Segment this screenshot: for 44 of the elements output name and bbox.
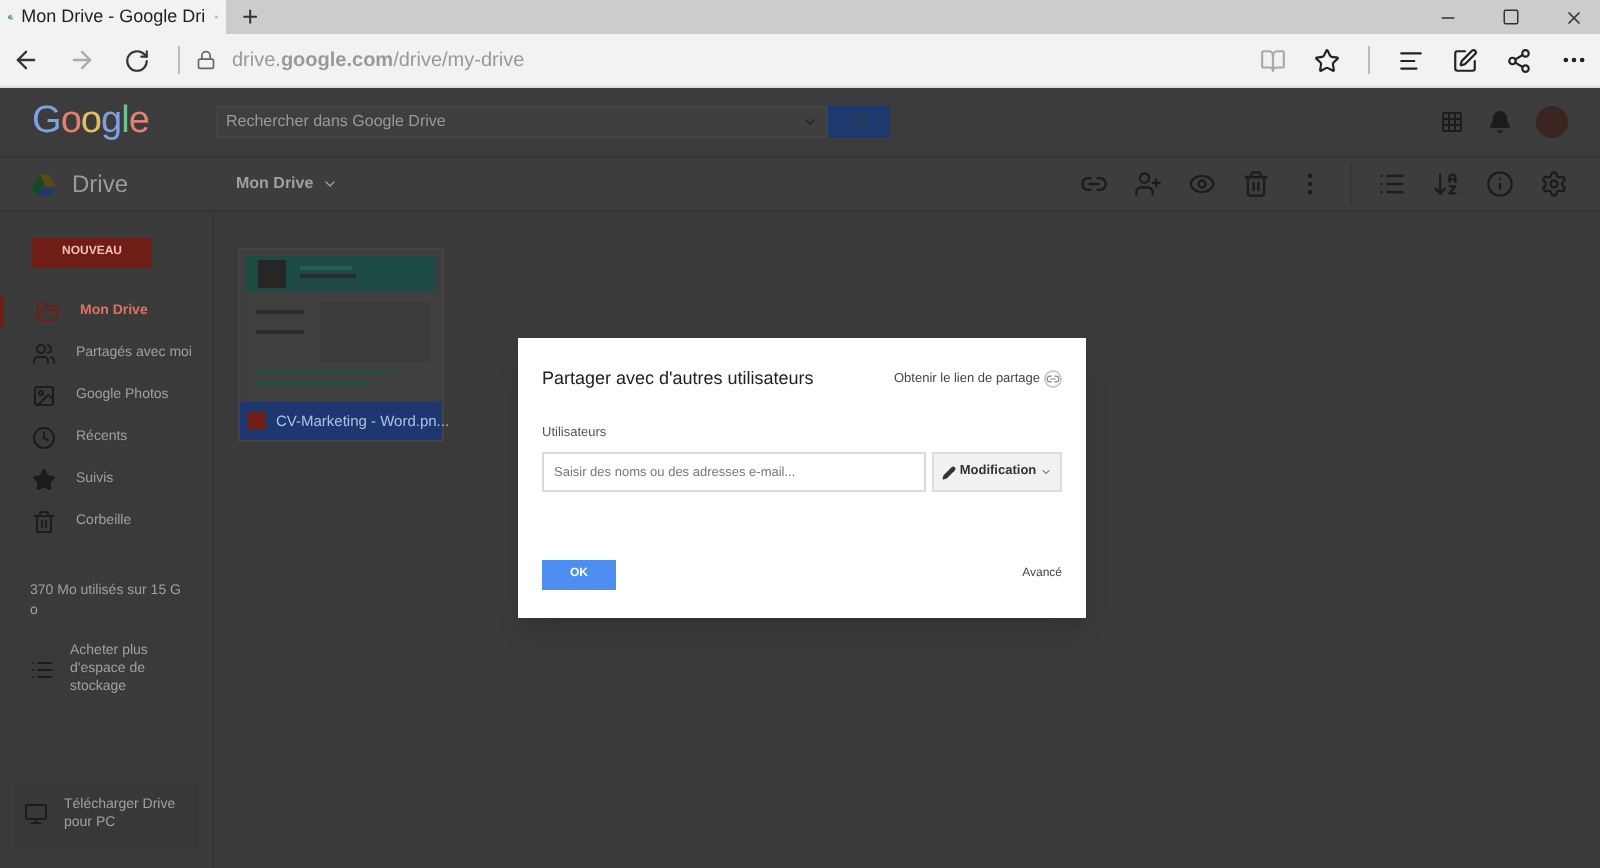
search-field[interactable]: Rechercher dans Google Drive <box>216 106 828 138</box>
preview-icon[interactable] <box>1188 170 1216 198</box>
photos-icon <box>32 384 56 408</box>
trash-icon[interactable] <box>1242 170 1270 198</box>
tab-title: Mon Drive - Google Dri <box>21 3 206 30</box>
monitor-icon <box>24 802 48 826</box>
lock-icon <box>196 50 216 70</box>
folder-icon <box>36 300 60 324</box>
browser-tab[interactable]: Mon Drive - Google Dri <box>0 0 226 34</box>
caret-icon <box>321 176 338 192</box>
star-icon[interactable] <box>1314 47 1340 73</box>
google-logo: Google <box>32 97 151 146</box>
forward-icon[interactable] <box>68 46 96 74</box>
clock-icon <box>32 426 56 450</box>
restore-icon[interactable] <box>1502 8 1520 26</box>
dropdown-icon[interactable] <box>802 114 818 130</box>
avatar[interactable] <box>1536 106 1568 138</box>
people-icon <box>32 342 56 366</box>
new-tab-button[interactable]: + <box>226 0 275 38</box>
link-icon <box>1044 370 1062 389</box>
reload-icon[interactable] <box>124 47 150 73</box>
star-icon <box>32 468 56 492</box>
breadcrumb[interactable]: Mon Drive <box>236 172 338 196</box>
search-button[interactable] <box>828 106 890 138</box>
info-icon[interactable] <box>1486 170 1514 198</box>
search-icon <box>851 114 867 130</box>
caret-icon <box>1040 466 1053 479</box>
reading-view-icon[interactable] <box>1260 47 1286 73</box>
settings-icon[interactable] <box>1540 170 1568 198</box>
note-icon[interactable] <box>1452 47 1478 73</box>
drive-logo-icon <box>32 173 56 195</box>
notifications-icon[interactable] <box>1488 110 1512 134</box>
close-icon[interactable] <box>1564 7 1584 27</box>
app-title: Drive <box>72 168 131 202</box>
dialog-title: Partager avec d'autres utilisateurs <box>542 366 814 392</box>
add-person-icon[interactable] <box>1134 170 1162 198</box>
apps-icon[interactable] <box>1440 110 1464 134</box>
hub-icon[interactable] <box>1398 47 1424 73</box>
pencil-icon <box>941 465 956 480</box>
share-icon[interactable] <box>1506 47 1532 73</box>
back-icon[interactable] <box>12 46 40 74</box>
trash-icon <box>32 510 56 534</box>
address-field[interactable]: drive.google.com/drive/my-drive <box>232 45 525 75</box>
sort-icon[interactable] <box>1432 170 1460 198</box>
